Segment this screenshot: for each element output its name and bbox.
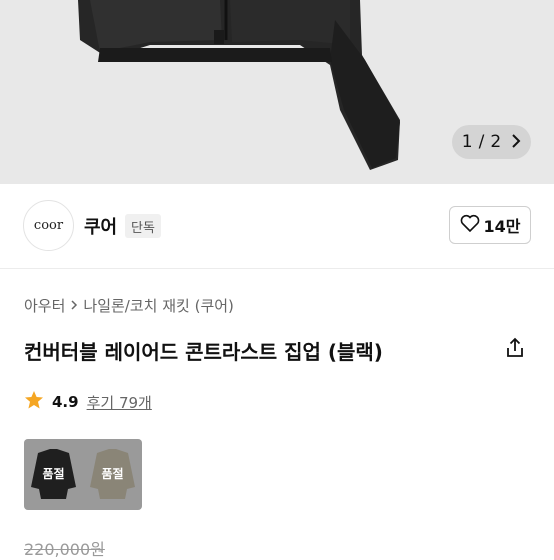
- rating-score: 4.9: [52, 393, 79, 411]
- gallery-pager[interactable]: 1 / 2: [452, 125, 531, 159]
- color-options: 품절 품절: [24, 439, 142, 510]
- chevron-right-icon: [69, 297, 79, 315]
- share-icon[interactable]: [503, 336, 527, 360]
- breadcrumb-item-category[interactable]: 아우터: [24, 295, 65, 316]
- exclusive-badge: 단독: [125, 214, 161, 238]
- product-image-gallery[interactable]: 1 / 2: [0, 0, 554, 184]
- breadcrumb-item-subcategory[interactable]: 나일론/코치 재킷 (쿠어): [83, 295, 234, 316]
- brand-logo[interactable]: coor: [23, 200, 74, 251]
- option-beige[interactable]: 품절: [83, 439, 142, 510]
- pager-separator: /: [478, 132, 485, 152]
- product-title: 컨버터블 레이어드 콘트라스트 집업 (블랙): [24, 340, 383, 364]
- sold-out-label: 품절: [101, 467, 124, 481]
- like-button[interactable]: 14만: [449, 206, 531, 244]
- star-icon: [24, 390, 44, 414]
- rating-row: 4.9 후기 79개: [24, 390, 152, 414]
- reviews-link[interactable]: 후기 79개: [87, 392, 152, 413]
- breadcrumb: 아우터 나일론/코치 재킷 (쿠어): [24, 295, 234, 316]
- option-black[interactable]: 품절: [24, 439, 83, 510]
- heart-icon: [460, 214, 480, 236]
- pager-current: 1: [461, 132, 473, 152]
- pager-total: 2: [490, 132, 502, 152]
- brand-name[interactable]: 쿠어: [84, 213, 117, 239]
- sold-out-label: 품절: [42, 467, 65, 481]
- like-count: 14만: [483, 217, 521, 236]
- original-price: 220,000원: [24, 540, 105, 559]
- chevron-right-icon[interactable]: [511, 132, 521, 153]
